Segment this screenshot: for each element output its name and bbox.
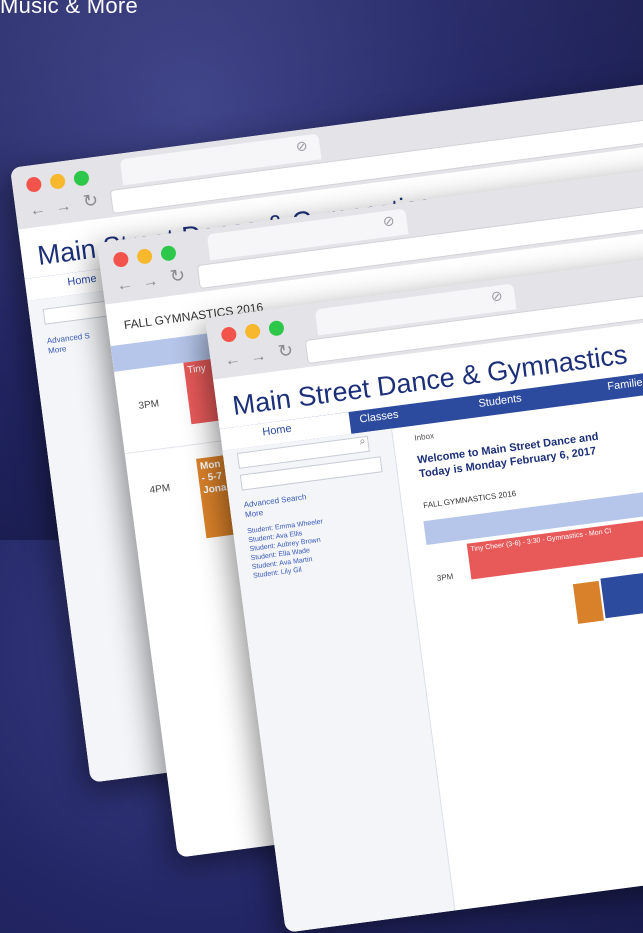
minimize-window-button[interactable] xyxy=(136,247,154,265)
close-tab-icon[interactable]: ⊘ xyxy=(295,137,309,155)
nav-students[interactable]: Students xyxy=(478,392,523,410)
time-label: 4PM xyxy=(149,482,171,497)
nav-families[interactable]: Families xyxy=(607,376,643,393)
class-block[interactable] xyxy=(600,569,643,619)
time-label: 3PM xyxy=(436,571,454,583)
back-arrow-icon[interactable]: ← xyxy=(224,351,242,371)
more-link[interactable]: More xyxy=(244,508,263,519)
maximize-window-button[interactable] xyxy=(73,169,90,187)
advanced-search-link[interactable]: Advanced Search xyxy=(243,492,307,509)
minimize-window-button[interactable] xyxy=(49,172,67,190)
forward-arrow-icon[interactable]: → xyxy=(54,197,72,217)
close-tab-icon[interactable]: ⊘ xyxy=(382,212,396,230)
minimize-window-button[interactable] xyxy=(244,322,262,340)
reload-icon[interactable]: ↻ xyxy=(169,265,187,288)
back-arrow-icon[interactable]: ← xyxy=(116,276,134,296)
back-arrow-icon[interactable]: ← xyxy=(29,201,47,221)
search-icon[interactable]: ⌕ xyxy=(359,435,367,449)
close-window-button[interactable] xyxy=(220,326,238,343)
page-caption: Music & More xyxy=(0,0,139,18)
web-page: Main Street Dance & Gymnastics Classes S… xyxy=(213,280,643,933)
close-window-button[interactable] xyxy=(112,251,130,268)
breadcrumb[interactable]: Inbox xyxy=(414,431,435,442)
class-block[interactable] xyxy=(572,580,604,624)
close-window-button[interactable] xyxy=(25,176,43,193)
close-tab-icon[interactable]: ⊘ xyxy=(490,287,504,305)
advanced-search-link[interactable]: Advanced S xyxy=(46,331,90,346)
forward-arrow-icon[interactable]: → xyxy=(141,272,159,292)
time-label: 3PM xyxy=(137,398,160,412)
schedule-title: FALL GYMNASTICS 2016 xyxy=(422,488,517,511)
nav-classes[interactable]: Classes xyxy=(359,409,399,426)
forward-arrow-icon[interactable]: → xyxy=(249,347,267,367)
more-link[interactable]: More xyxy=(48,344,67,355)
maximize-window-button[interactable] xyxy=(160,244,177,262)
reload-icon[interactable]: ↻ xyxy=(82,190,100,213)
maximize-window-button[interactable] xyxy=(268,319,285,337)
reload-icon[interactable]: ↻ xyxy=(277,340,295,363)
